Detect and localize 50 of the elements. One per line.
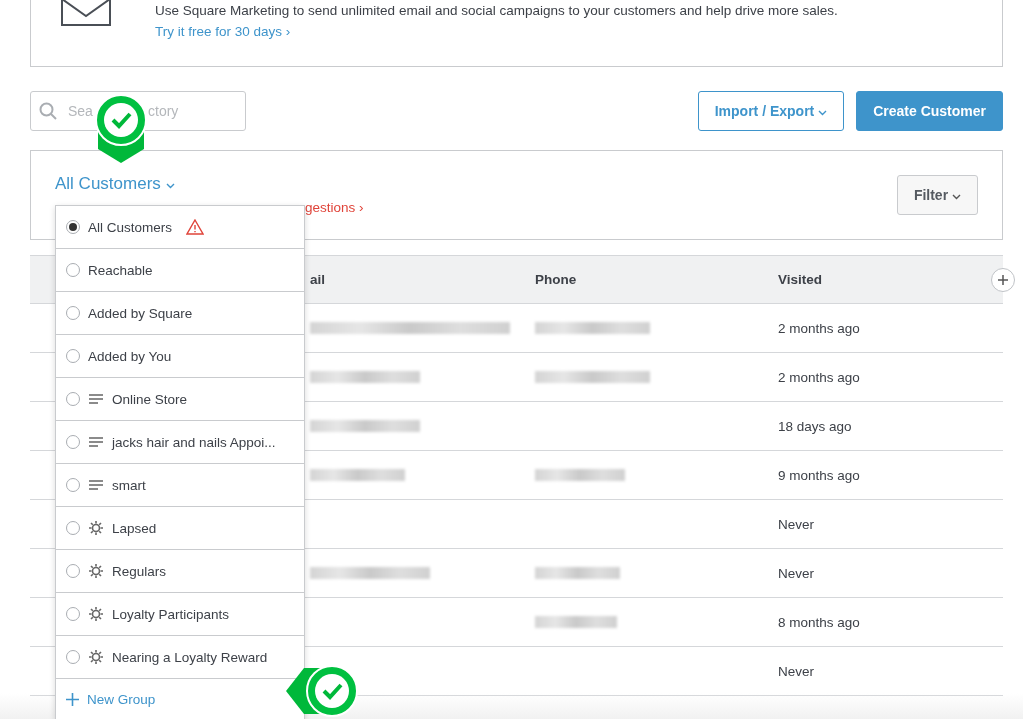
- column-header: Visited: [778, 272, 823, 287]
- banner-text: Use Square Marketing to send unlimited email and social campaigns to your customers and help drive more sales.: [155, 3, 838, 18]
- visited-text: 8 months ago: [778, 614, 860, 630]
- plus-icon: [997, 273, 1009, 286]
- envelope-icon: [61, 0, 111, 27]
- plus-icon: [66, 692, 79, 706]
- group-option[interactable]: Reachable: [56, 249, 304, 292]
- group-option[interactable]: Regulars: [56, 550, 304, 593]
- gear-icon: [88, 606, 104, 622]
- option-label: Loyalty Participants: [112, 606, 230, 622]
- option-label: All Customers: [88, 219, 173, 235]
- option-label: Added by Square: [88, 305, 193, 321]
- group-option[interactable]: Added by You: [56, 335, 304, 378]
- option-label: jacks hair and nails Appoi...: [112, 434, 276, 450]
- group-selector[interactable]: All Customers: [55, 174, 175, 194]
- lines-icon: [88, 393, 104, 405]
- gear-icon: [88, 520, 104, 536]
- visited-text: Never: [778, 516, 814, 532]
- visited-text: 2 months ago: [778, 320, 860, 336]
- search-icon: [39, 102, 57, 120]
- chevron-down-icon: [818, 110, 828, 116]
- column-header: Phone: [535, 272, 577, 287]
- chevron-down-icon: [952, 194, 961, 200]
- option-label: Reachable: [88, 262, 153, 278]
- group-option[interactable]: jacks hair and nails Appoi...: [56, 421, 304, 464]
- visited-text: 2 months ago: [778, 369, 860, 385]
- group-option[interactable]: Loyalty Participants: [56, 593, 304, 636]
- group-option[interactable]: smart: [56, 464, 304, 507]
- placeholder-text: ctory: [148, 103, 179, 119]
- duplicates-link[interactable]: gestions ›: [305, 200, 364, 215]
- visited-text: Never: [778, 663, 814, 679]
- group-option[interactable]: Online Store: [56, 378, 304, 421]
- gear-icon: [88, 563, 104, 579]
- lines-icon: [88, 479, 104, 491]
- option-label: Nearing a Loyalty Reward: [112, 649, 268, 665]
- chevron-down-icon: [165, 183, 175, 189]
- option-label: Regulars: [112, 563, 167, 579]
- filter-button[interactable]: Filter: [896, 175, 978, 215]
- add-column-button[interactable]: [991, 267, 1015, 292]
- visited-text: 9 months ago: [778, 467, 860, 483]
- option-label: Lapsed: [112, 520, 157, 536]
- column-header: ail: [310, 272, 325, 287]
- visited-text: 18 days ago: [778, 418, 852, 434]
- option-label: smart: [112, 477, 146, 493]
- group-option[interactable]: Lapsed: [56, 507, 304, 550]
- gear-icon: [88, 649, 104, 665]
- lines-icon: [88, 436, 104, 448]
- group-option[interactable]: All Customers: [56, 206, 304, 249]
- group-option[interactable]: Added by Square: [56, 292, 304, 335]
- visited-text: Never: [778, 565, 814, 581]
